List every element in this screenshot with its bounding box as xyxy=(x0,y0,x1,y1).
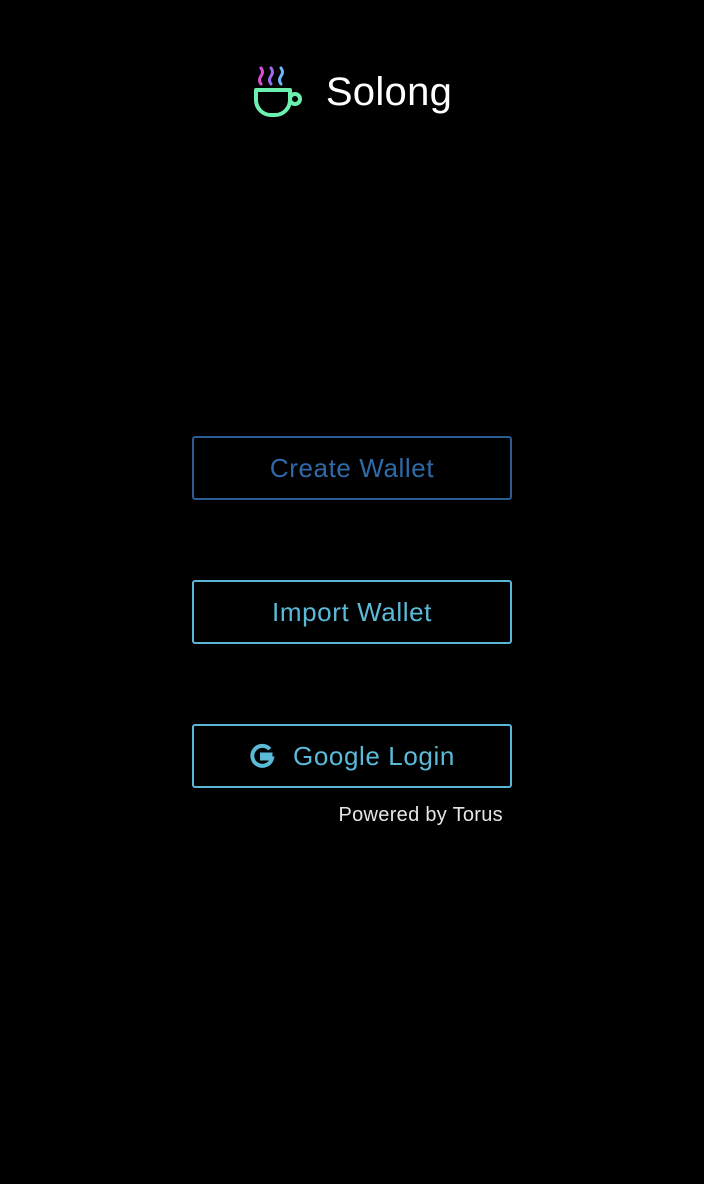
google-g-icon xyxy=(250,743,275,768)
brand-name: Solong xyxy=(325,70,453,114)
google-login-label: Google Login xyxy=(293,740,455,771)
create-wallet-label: Create Wallet xyxy=(269,452,435,483)
powered-by-text: Powered by Torus xyxy=(338,804,503,826)
app-header: Solong xyxy=(0,64,704,120)
steaming-cup-icon xyxy=(253,66,302,117)
google-login-button[interactable]: Google Login xyxy=(192,724,512,788)
create-wallet-button[interactable]: Create Wallet xyxy=(192,436,512,500)
import-wallet-label: Import Wallet xyxy=(272,596,432,627)
import-wallet-button[interactable]: Import Wallet xyxy=(192,580,512,644)
